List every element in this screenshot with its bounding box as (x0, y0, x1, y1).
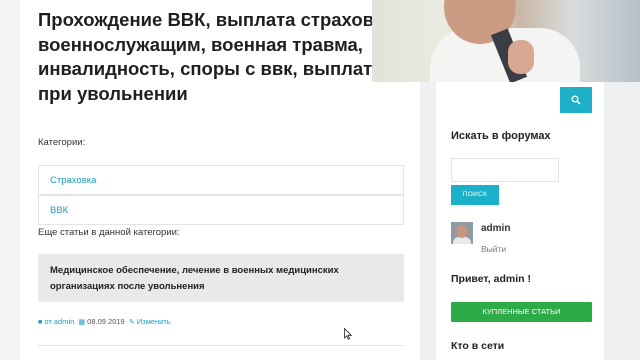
post-date: 08.09.2019 (87, 317, 125, 326)
categories-label: Категории: (38, 137, 86, 148)
category-link[interactable]: ВВК (50, 205, 68, 216)
page-title: Прохождение ВВК, выплата страховки военн… (38, 9, 395, 104)
person-hand (508, 40, 534, 74)
user-name[interactable]: admin (481, 223, 510, 234)
avatar[interactable] (451, 222, 473, 244)
pencil-icon: ✎ (128, 319, 135, 326)
calendar-icon: ▦ (78, 319, 86, 326)
category-item-vvk[interactable]: ВВК (38, 195, 404, 225)
page-background-left (0, 0, 20, 360)
avatar-head (456, 225, 468, 238)
forum-search-input[interactable] (451, 158, 559, 182)
mouse-cursor-icon (344, 328, 352, 340)
related-article-title[interactable]: Медицинское обеспечение, лечение в военн… (50, 263, 394, 294)
who-online-title: Кто в сети (451, 340, 505, 352)
edit-link[interactable]: Изменить (137, 317, 171, 326)
category-item-strakhovka[interactable]: Страховка (38, 165, 404, 195)
article-meta: ■ от admin ▦ 08.09.2019 ✎ Изменить (38, 317, 171, 326)
category-link[interactable]: Страховка (50, 175, 96, 186)
search-button[interactable] (560, 87, 592, 113)
greeting-text: Привет, admin ! (451, 273, 531, 285)
author-link[interactable]: от admin (44, 317, 74, 326)
logout-link[interactable]: Выйти (481, 244, 506, 254)
forum-search-title: Искать в форумах (451, 130, 551, 142)
related-article-card[interactable]: Медицинское обеспечение, лечение в военн… (38, 254, 404, 302)
divider (38, 345, 404, 346)
bought-articles-button[interactable]: КУПЛЕННЫЕ СТАТЬИ (451, 302, 592, 322)
more-articles-label: Еще статьи в данной категории: (38, 227, 180, 238)
forum-search-button[interactable]: ПОИСК (451, 185, 499, 205)
webcam-overlay (372, 0, 640, 82)
user-icon: ■ (38, 319, 43, 326)
search-icon (571, 95, 581, 105)
avatar-body (453, 237, 471, 244)
